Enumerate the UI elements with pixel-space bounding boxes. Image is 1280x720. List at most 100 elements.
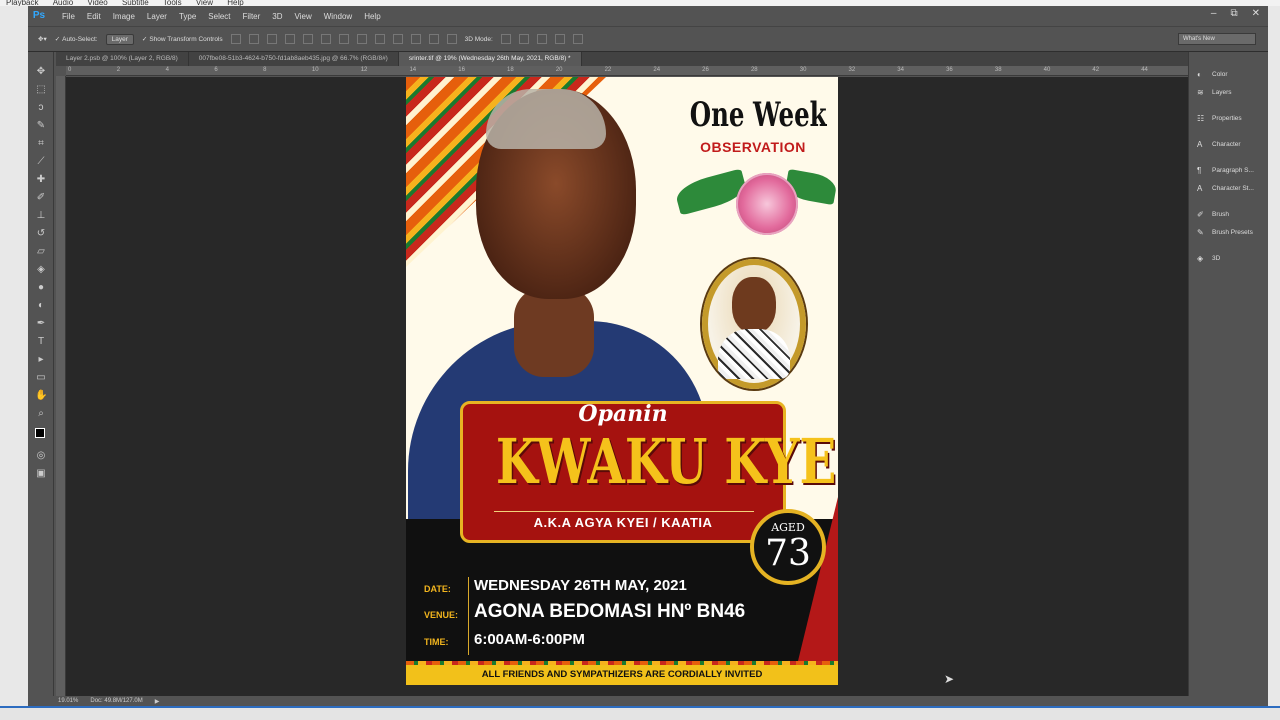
- ruler-tick: 22: [604, 67, 612, 73]
- align-center-icon[interactable]: [302, 34, 313, 44]
- quick-select-tool-icon[interactable]: ✎: [35, 120, 47, 132]
- window-controls: – ⧉ ✕: [1211, 8, 1260, 19]
- taskbar: [0, 706, 1280, 720]
- poster-title-line1: One Week: [689, 95, 827, 135]
- history-brush-tool-icon[interactable]: ↺: [35, 228, 47, 240]
- clone-stamp-tool-icon[interactable]: ⊥: [35, 210, 47, 222]
- distribute-middle-icon[interactable]: [356, 34, 367, 44]
- tools-panel: ✥ ⬚ ↄ ✎ ⌗ ⟋ ✚ ✐ ⊥ ↺ ▱ ◈ ● ◐ ✒ T ▸ ▭ ✋ ⌕ …: [28, 52, 54, 696]
- character-panel-icon: A: [1197, 140, 1203, 149]
- tab-layer2[interactable]: Layer 2.psb @ 100% (Layer 2, RGB/8): [56, 52, 189, 66]
- panel-properties[interactable]: ☷ Properties: [1197, 114, 1242, 123]
- panel-layers[interactable]: ≋ Layers: [1197, 88, 1232, 97]
- menu-filter[interactable]: Filter: [237, 12, 267, 21]
- poster-document[interactable]: One Week OBSERVATION Opanin KWAKU KYEI A…: [406, 77, 838, 685]
- 3d-roll-icon[interactable]: [518, 34, 529, 44]
- player-menu-playback[interactable]: Playback: [6, 0, 38, 6]
- lasso-tool-icon[interactable]: ↄ: [35, 102, 47, 114]
- 3d-rotate-icon[interactable]: [500, 34, 511, 44]
- panel-brush[interactable]: ✐ Brush: [1197, 210, 1229, 219]
- screen-mode-icon[interactable]: ▣: [35, 468, 47, 480]
- move-tool-icon[interactable]: ✥▾: [38, 35, 47, 43]
- marquee-tool-icon[interactable]: ⬚: [35, 84, 47, 96]
- panel-character-styles[interactable]: A Character St...: [1197, 184, 1254, 193]
- player-menu-help[interactable]: Help: [227, 0, 243, 6]
- player-menu-tools[interactable]: Tools: [163, 0, 182, 6]
- menubar: Ps File Edit Image Layer Type Select Fil…: [28, 6, 1268, 26]
- panel-3d[interactable]: ◈ 3D: [1197, 254, 1220, 263]
- show-transform-checkbox[interactable]: Show Transform Controls: [142, 35, 222, 43]
- ruler-tick: 32: [848, 67, 856, 73]
- menu-view[interactable]: View: [289, 12, 318, 21]
- menu-3d[interactable]: 3D: [266, 12, 288, 21]
- options-bar: ✥▾ Auto-Select: Layer Show Transform Con…: [28, 26, 1268, 52]
- 3d-slide-icon[interactable]: [554, 34, 565, 44]
- path-selection-tool-icon[interactable]: ▸: [35, 354, 47, 366]
- pen-tool-icon[interactable]: ✒: [35, 318, 47, 330]
- distribute-bottom-icon[interactable]: [374, 34, 385, 44]
- auto-select-checkbox[interactable]: Auto-Select:: [55, 35, 97, 43]
- 3d-mode-label: 3D Mode:: [464, 35, 493, 43]
- player-menu-video[interactable]: Video: [87, 0, 107, 6]
- distribute-left-icon[interactable]: [392, 34, 403, 44]
- panel-paragraph-styles[interactable]: ¶ Paragraph S...: [1197, 166, 1254, 175]
- healing-tool-icon[interactable]: ✚: [35, 174, 47, 186]
- panel-character[interactable]: A Character: [1197, 140, 1241, 149]
- align-bottom-icon[interactable]: [266, 34, 277, 44]
- quick-mask-icon[interactable]: ◎: [35, 450, 47, 462]
- menu-layer[interactable]: Layer: [141, 12, 173, 21]
- dodge-tool-icon[interactable]: ◐: [35, 300, 47, 312]
- panel-label: Layers: [1212, 89, 1232, 96]
- zoom-tool-icon[interactable]: ⌕: [35, 408, 47, 420]
- shape-tool-icon[interactable]: ▭: [35, 372, 47, 384]
- panel-brush-presets[interactable]: ✎ Brush Presets: [1197, 228, 1253, 237]
- document-tabs: Layer 2.psb @ 100% (Layer 2, RGB/8) 007f…: [56, 52, 1188, 66]
- 3d-drag-icon[interactable]: [536, 34, 547, 44]
- player-menu-view[interactable]: View: [196, 0, 213, 6]
- tab-srinter[interactable]: srinter.tif @ 19% (Wednesday 26th May, 2…: [398, 52, 582, 66]
- poster-title-line2: OBSERVATION: [700, 139, 806, 155]
- crop-tool-icon[interactable]: ⌗: [35, 138, 47, 150]
- eraser-tool-icon[interactable]: ▱: [35, 246, 47, 258]
- align-top-icon[interactable]: [230, 34, 241, 44]
- auto-align-icon[interactable]: [446, 34, 457, 44]
- eyedropper-tool-icon[interactable]: ⟋: [35, 156, 47, 168]
- align-right-icon[interactable]: [320, 34, 331, 44]
- distribute-center-icon[interactable]: [410, 34, 421, 44]
- player-menu-subtitle[interactable]: Subtitle: [122, 0, 149, 6]
- close-button[interactable]: ✕: [1252, 8, 1260, 19]
- workspace-dropdown[interactable]: What's New: [1178, 33, 1256, 45]
- foreground-color-swatch[interactable]: [35, 428, 45, 438]
- 3d-scale-icon[interactable]: [572, 34, 583, 44]
- distribute-right-icon[interactable]: [428, 34, 439, 44]
- menu-select[interactable]: Select: [202, 12, 236, 21]
- status-arrow-icon[interactable]: ▶: [155, 698, 160, 705]
- panel-label: Character: [1212, 141, 1241, 148]
- move-tool-icon[interactable]: ✥: [35, 66, 47, 78]
- panel-label: Brush Presets: [1212, 229, 1253, 236]
- align-middle-icon[interactable]: [248, 34, 259, 44]
- distribute-top-icon[interactable]: [338, 34, 349, 44]
- restore-button[interactable]: ⧉: [1230, 8, 1237, 19]
- brush-tool-icon[interactable]: ✐: [35, 192, 47, 204]
- tab-jpg[interactable]: 007fbe08-51b3-4624-b750-fd1ab8aeb435.jpg…: [189, 52, 399, 66]
- type-tool-icon[interactable]: T: [35, 336, 47, 348]
- ruler-tick: 36: [946, 67, 953, 73]
- align-left-icon[interactable]: [284, 34, 295, 44]
- menu-image[interactable]: Image: [107, 12, 141, 21]
- paint-bucket-tool-icon[interactable]: ◈: [35, 264, 47, 276]
- zoom-level[interactable]: 19.01%: [58, 698, 78, 704]
- player-menu-audio[interactable]: Audio: [53, 0, 73, 6]
- menu-type[interactable]: Type: [173, 12, 202, 21]
- menu-file[interactable]: File: [56, 12, 81, 21]
- frame-portrait-face: [732, 277, 776, 333]
- minimize-button[interactable]: –: [1211, 8, 1217, 19]
- ruler-tick: 38: [994, 67, 1002, 73]
- auto-select-dropdown[interactable]: Layer: [105, 33, 134, 45]
- hand-tool-icon[interactable]: ✋: [35, 390, 47, 402]
- blur-tool-icon[interactable]: ●: [35, 282, 47, 294]
- menu-help[interactable]: Help: [358, 12, 386, 21]
- panel-color[interactable]: ◐ Color: [1197, 70, 1228, 79]
- menu-window[interactable]: Window: [318, 12, 358, 21]
- menu-edit[interactable]: Edit: [81, 12, 107, 21]
